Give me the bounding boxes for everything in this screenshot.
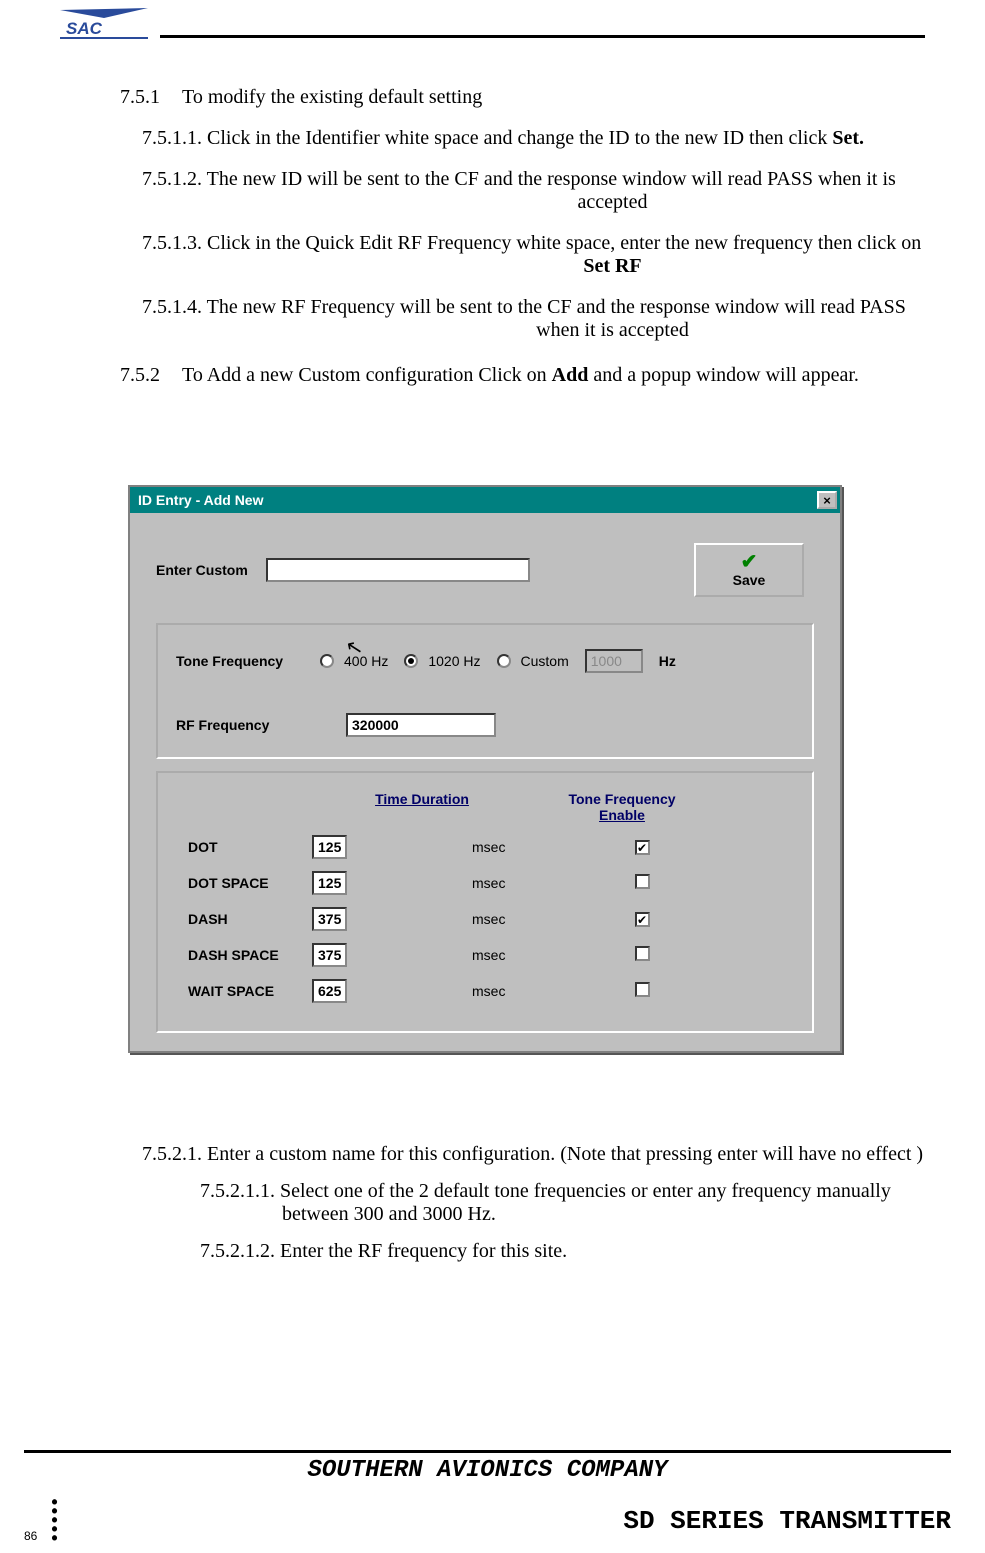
- item-7514: 7.5.1.4. The new RF Frequency will be se…: [120, 296, 925, 319]
- rf-frequency-input[interactable]: 320000: [346, 713, 496, 737]
- num-7514: 7.5.1.4.: [142, 296, 202, 318]
- num-752: 7.5.2: [120, 364, 160, 387]
- num-7513: 7.5.1.3.: [142, 232, 202, 254]
- check-icon: ✔: [741, 552, 758, 572]
- hz-label: Hz: [659, 653, 676, 669]
- heading-751: 7.5.1 To modify the existing default set…: [120, 86, 925, 127]
- wait-space-input[interactable]: 625: [312, 979, 347, 1003]
- num-7512: 7.5.1.2.: [142, 168, 202, 190]
- radio-1020hz[interactable]: 1020 Hz: [404, 653, 480, 669]
- save-button[interactable]: ✔ Save: [694, 543, 804, 597]
- item-7513-bold: Set RF: [120, 255, 925, 296]
- heading-752: 7.5.2 To Add a new Custom configuration …: [120, 360, 925, 405]
- enter-custom-label: Enter Custom: [156, 562, 248, 578]
- page-header: SAC: [60, 0, 925, 42]
- num-75212: 7.5.2.1.2.: [200, 1240, 275, 1262]
- radio-custom[interactable]: Custom: [497, 653, 569, 669]
- dot-checkbox[interactable]: ✔: [635, 840, 650, 855]
- row-dash: DASH 375 msec ✔: [188, 901, 790, 937]
- dialog-titlebar[interactable]: ID Entry - Add New ×: [130, 487, 840, 513]
- text-7514: The new RF Frequency will be sent to the…: [202, 296, 906, 318]
- text-751: To modify the existing default setting: [182, 86, 482, 109]
- custom-hz-input[interactable]: 1000: [585, 649, 643, 673]
- id-entry-dialog: ID Entry - Add New × Enter Custom ✔ Save: [128, 485, 842, 1053]
- page-number: 86: [24, 1529, 37, 1543]
- col-tone-enable: Tone Frequency Enable: [532, 791, 712, 823]
- rf-frequency-label: RF Frequency: [176, 717, 304, 733]
- page-footer: SOUTHERN AVIONICS COMPANY 86 ••••• SD SE…: [0, 1450, 985, 1543]
- svg-text:SAC: SAC: [66, 19, 103, 38]
- text-752: To Add a new Custom configuration Click …: [182, 364, 859, 387]
- row-wait-space: WAIT SPACE 625 msec: [188, 973, 790, 1009]
- save-label: Save: [733, 572, 766, 588]
- dot-space-checkbox[interactable]: [635, 874, 650, 889]
- item-7512: 7.5.1.2. The new ID will be sent to the …: [120, 168, 925, 191]
- dash-space-checkbox[interactable]: [635, 946, 650, 961]
- row-dot-space: DOT SPACE 125 msec: [188, 865, 790, 901]
- header-rule: [160, 35, 925, 38]
- num-75211: 7.5.2.1.1.: [200, 1180, 275, 1202]
- dialog-title: ID Entry - Add New: [138, 492, 264, 508]
- dash-space-input[interactable]: 375: [312, 943, 347, 967]
- text-7513: Click in the Quick Edit RF Frequency whi…: [202, 232, 921, 254]
- item-7511: 7.5.1.1. Click in the Identifier white s…: [120, 127, 925, 168]
- company-logo: SAC: [60, 4, 150, 42]
- close-icon[interactable]: ×: [817, 491, 837, 509]
- duration-grid: Time Duration Tone Frequency Enable DOT …: [156, 771, 814, 1033]
- text-75211a: Select one of the 2 default tone frequen…: [275, 1180, 891, 1202]
- dot-space-input[interactable]: 125: [312, 871, 347, 895]
- tone-frequency-label: Tone Frequency: [176, 653, 304, 669]
- item-7512-cont: accepted: [120, 191, 925, 232]
- bold-7511: Set.: [832, 127, 864, 149]
- dash-checkbox[interactable]: ✔: [635, 912, 650, 927]
- num-7521: 7.5.2.1.: [142, 1143, 202, 1165]
- text-75212: Enter the RF frequency for this site.: [275, 1240, 567, 1262]
- row-dot: DOT 125 msec ✔: [188, 829, 790, 865]
- col-time-duration: Time Duration: [312, 791, 532, 823]
- footer-rule: [24, 1450, 951, 1453]
- text-7511: Click in the Identifier white space and …: [202, 127, 832, 149]
- footer-dots-icon: •••••: [51, 1498, 57, 1543]
- item-7513: 7.5.1.3. Click in the Quick Edit RF Freq…: [120, 232, 925, 255]
- footer-series: SD SERIES TRANSMITTER: [623, 1506, 951, 1536]
- dash-input[interactable]: 375: [312, 907, 347, 931]
- wait-space-checkbox[interactable]: [635, 982, 650, 997]
- text-7521: Enter a custom name for this configurati…: [202, 1143, 923, 1165]
- num-7511: 7.5.1.1.: [142, 127, 202, 149]
- item-7521: 7.5.2.1. Enter a custom name for this co…: [142, 1143, 925, 1166]
- num-751: 7.5.1: [120, 86, 160, 109]
- dot-input[interactable]: 125: [312, 835, 347, 859]
- text-7512: The new ID will be sent to the CF and th…: [202, 168, 896, 190]
- item-75211: 7.5.2.1.1. Select one of the 2 default t…: [142, 1166, 925, 1226]
- row-dash-space: DASH SPACE 375 msec: [188, 937, 790, 973]
- enter-custom-input[interactable]: [266, 558, 530, 582]
- footer-company: SOUTHERN AVIONICS COMPANY: [24, 1457, 951, 1484]
- item-7514-cont: when it is accepted: [120, 319, 925, 360]
- text-75211b: between 300 and 3000 Hz.: [200, 1203, 925, 1226]
- frequency-group: ↖ Tone Frequency 400 Hz 1020 Hz Custom 1…: [156, 623, 814, 759]
- item-75212: 7.5.2.1.2. Enter the RF frequency for th…: [142, 1226, 925, 1263]
